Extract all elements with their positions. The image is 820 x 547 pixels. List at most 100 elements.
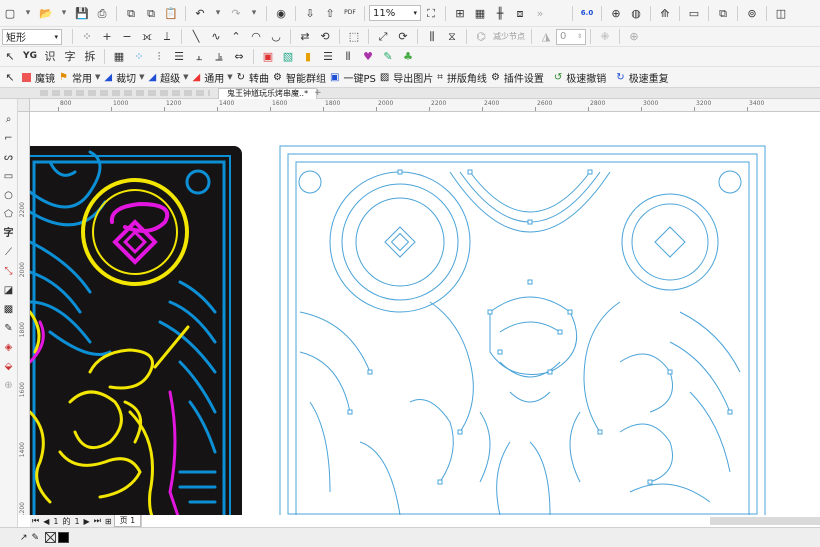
add-page-icon[interactable]: ⊞ bbox=[103, 517, 114, 526]
distribute-icon[interactable]: ☰ bbox=[170, 48, 188, 66]
plugin-item-7[interactable]: ▣ 一键PS bbox=[328, 68, 378, 86]
reverse-direction-icon[interactable]: ⇄ bbox=[296, 28, 314, 46]
chevron-down-icon[interactable]: ▾ bbox=[21, 4, 35, 22]
show-grid-icon[interactable]: ▦ bbox=[471, 4, 489, 22]
paste-icon[interactable]: 📋 bbox=[162, 4, 180, 22]
plugin-item-4[interactable]: ◢ 通用 ▼ bbox=[191, 68, 235, 86]
plugin-item-10[interactable]: ⚙ 插件设置 bbox=[489, 68, 546, 86]
new-document-icon[interactable]: ▢ bbox=[1, 4, 19, 22]
zoom-level-select[interactable]: 11% ▾ bbox=[369, 5, 421, 21]
chart-icon[interactable]: ▮ bbox=[299, 48, 317, 66]
text-tool-char[interactable]: 字 bbox=[61, 48, 79, 66]
page-tab[interactable]: 页 1 bbox=[113, 515, 142, 527]
current-page[interactable]: 1 bbox=[51, 517, 60, 526]
transparency-icon[interactable]: ▩ bbox=[1, 301, 17, 318]
chevron-down-icon[interactable]: ▾ bbox=[247, 4, 261, 22]
redo-icon[interactable]: ↷ bbox=[227, 4, 245, 22]
black-outline-swatch[interactable] bbox=[58, 532, 70, 543]
save-icon[interactable]: 💾 bbox=[73, 4, 91, 22]
width-icon[interactable]: ⇔ bbox=[230, 48, 248, 66]
pattern-icon[interactable]: ⁘ bbox=[130, 48, 148, 66]
rectangle-tool-icon[interactable]: ▭ bbox=[1, 168, 17, 185]
zoom-tool-icon[interactable]: ⌕ bbox=[1, 111, 17, 128]
layers-icon[interactable]: ⧉ bbox=[714, 4, 732, 22]
full-screen-icon[interactable]: ⛶ bbox=[422, 4, 440, 22]
cut-icon[interactable]: ⧉ bbox=[122, 4, 140, 22]
crosshair-icon[interactable]: ⊕ bbox=[625, 28, 643, 46]
space-icon[interactable]: ⫠ bbox=[190, 48, 208, 66]
last-page-icon[interactable]: ⏭ bbox=[92, 516, 103, 526]
show-rulers-icon[interactable]: ⊞ bbox=[451, 4, 469, 22]
text-tool-icon[interactable]: 字 bbox=[1, 225, 17, 242]
next-page-icon[interactable]: ▶ bbox=[82, 517, 92, 526]
drawing-canvas[interactable] bbox=[30, 112, 820, 515]
freehand-tool-icon[interactable]: ⌐ bbox=[1, 130, 17, 147]
parallel-dimension-icon[interactable]: ⟋ bbox=[1, 244, 17, 261]
copy-icon[interactable]: ⧉ bbox=[142, 4, 160, 22]
stretch-nodes-icon[interactable]: ⤢ bbox=[374, 28, 392, 46]
text-tool-split[interactable]: 拆 bbox=[81, 48, 99, 66]
close-curve-icon[interactable]: ⟲ bbox=[316, 28, 334, 46]
text-tool-yg[interactable]: YG bbox=[21, 48, 39, 66]
delete-node-icon[interactable]: − bbox=[118, 28, 136, 46]
node-grid-icon[interactable]: ⁘ bbox=[78, 28, 96, 46]
plugin-item-5[interactable]: ↻ 转曲 bbox=[235, 68, 271, 86]
arrange-icon[interactable]: ⫶ bbox=[150, 48, 168, 66]
plugin-item-3[interactable]: ◢ 超级 ▼ bbox=[146, 68, 190, 86]
horizontal-scrollbar[interactable] bbox=[30, 515, 820, 527]
shape-type-select[interactable]: 矩形 ▾ bbox=[2, 28, 62, 45]
barcode-icon[interactable]: ⦀ bbox=[339, 48, 357, 66]
reflect-nodes-icon[interactable]: ⧖ bbox=[443, 28, 461, 46]
pointer-icon[interactable]: ↖ bbox=[1, 68, 19, 86]
rotate-nodes-icon[interactable]: ⟳ bbox=[394, 28, 412, 46]
scrollbar-thumb[interactable] bbox=[710, 517, 820, 525]
target-icon[interactable]: ⊚ bbox=[743, 4, 761, 22]
extract-subpath-icon[interactable]: ⬚ bbox=[345, 28, 363, 46]
image-icon[interactable]: ▧ bbox=[279, 48, 297, 66]
pick-icon[interactable]: ↗ bbox=[20, 533, 28, 543]
select-all-nodes-icon[interactable]: ⁜ bbox=[596, 28, 614, 46]
cusp-node-icon[interactable]: ⌃ bbox=[227, 28, 245, 46]
pdf-icon[interactable]: PDF bbox=[341, 4, 359, 22]
polygon-tool-icon[interactable]: ⬠ bbox=[1, 206, 17, 223]
print-icon[interactable]: ⎙ bbox=[93, 4, 111, 22]
export-icon[interactable]: ⇧ bbox=[321, 4, 339, 22]
brush-icon[interactable]: ✎ bbox=[379, 48, 397, 66]
snap-to-icon[interactable]: ⧈ bbox=[511, 4, 529, 22]
artistic-media-icon[interactable]: ᔕ bbox=[1, 149, 17, 166]
to-line-icon[interactable]: ╲ bbox=[187, 28, 205, 46]
plugin-icon[interactable]: ♣ bbox=[399, 48, 417, 66]
plugin-item-6[interactable]: ⚙ 智能群组 bbox=[271, 68, 328, 86]
to-curve-icon[interactable]: ∿ bbox=[207, 28, 225, 46]
drop-shadow-icon[interactable]: ◪ bbox=[1, 282, 17, 299]
first-page-icon[interactable]: ⏮ bbox=[30, 516, 41, 526]
add-tab-button[interactable]: + bbox=[314, 88, 322, 98]
align-icon[interactable]: ⟰ bbox=[656, 4, 674, 22]
symmetric-node-icon[interactable]: ◡ bbox=[267, 28, 285, 46]
add-node-icon[interactable]: + bbox=[98, 28, 116, 46]
ruler-corner[interactable] bbox=[18, 99, 30, 112]
prev-page-icon[interactable]: ◀ bbox=[41, 517, 51, 526]
plugin-item-2[interactable]: ◢ 裁切 ▼ bbox=[102, 68, 146, 86]
interactive-fill-icon[interactable]: ◈ bbox=[1, 339, 17, 356]
pen-icon[interactable]: ✎ bbox=[32, 533, 40, 543]
search-content-icon[interactable]: ◉ bbox=[272, 4, 290, 22]
connector-tool-icon[interactable]: ⤡ bbox=[1, 263, 17, 280]
find-replace-icon[interactable]: ⊕ bbox=[607, 4, 625, 22]
heart-icon[interactable]: ♥ bbox=[359, 48, 377, 66]
break-curve-icon[interactable]: ⟘ bbox=[158, 28, 176, 46]
eyedropper-icon[interactable]: ✎ bbox=[1, 320, 17, 337]
add-tool-icon[interactable]: ⊕ bbox=[1, 377, 17, 394]
document-tab[interactable]: 鬼王钟馗玩乐烤串魔..* bbox=[218, 88, 318, 99]
import-icon[interactable]: ⇩ bbox=[301, 4, 319, 22]
plugin-item-12[interactable]: ↻ 极速重复 bbox=[614, 68, 670, 86]
plugin-item-11[interactable]: ↺ 极速撤销 bbox=[552, 68, 608, 86]
text-tool-recognize[interactable]: 识 bbox=[41, 48, 59, 66]
open-folder-icon[interactable]: 📂 bbox=[37, 4, 55, 22]
join-nodes-icon[interactable]: ⟗ bbox=[138, 28, 156, 46]
chevron-down-icon[interactable]: ▾ bbox=[57, 4, 71, 22]
ellipse-tool-icon[interactable]: ○ bbox=[1, 187, 17, 204]
plugin-item-8[interactable]: ▨ 导出图片 bbox=[378, 68, 435, 86]
elastic-mode-icon[interactable]: ⌬ bbox=[472, 28, 490, 46]
chevron-down-icon[interactable]: ▾ bbox=[211, 4, 225, 22]
